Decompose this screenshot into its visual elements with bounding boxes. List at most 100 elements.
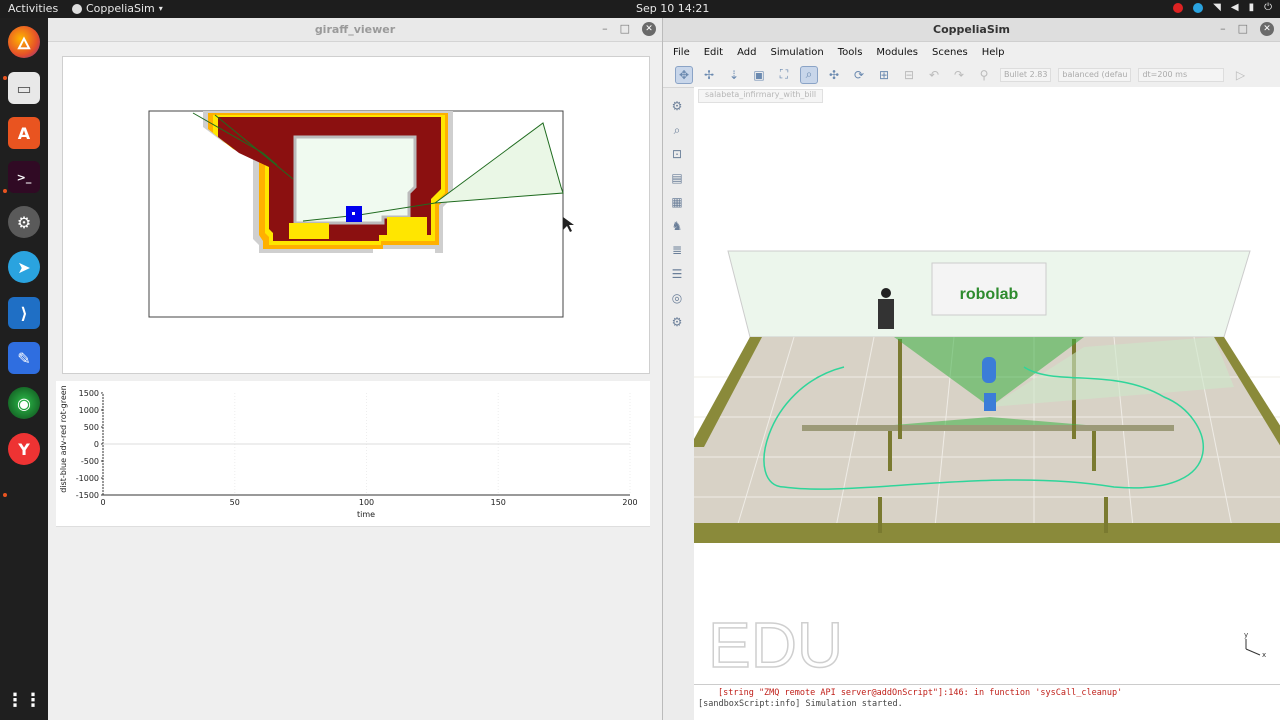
timestep-select[interactable]: dt=200 ms xyxy=(1138,67,1225,82)
plot-xtick-label: 100 xyxy=(359,498,374,507)
battery-icon[interactable]: ▮ xyxy=(1249,2,1255,13)
running-indicator xyxy=(3,76,7,80)
menu-edit[interactable]: Edit xyxy=(704,47,723,58)
network-icon[interactable]: ◥ xyxy=(1213,2,1221,13)
volume-icon[interactable]: ◀ xyxy=(1231,2,1239,13)
plot-ytick-label: 1500 xyxy=(79,389,99,398)
calculation-modules-icon[interactable]: ▦ xyxy=(667,192,687,212)
play-icon[interactable]: ▷ xyxy=(1231,66,1249,84)
axis-label-y: y xyxy=(1244,631,1248,639)
person-body xyxy=(878,299,894,329)
menu-tools[interactable]: Tools xyxy=(838,47,863,58)
camera-rotate-icon[interactable]: ✢ xyxy=(700,66,718,84)
maximize-icon[interactable]: □ xyxy=(1238,22,1248,36)
camera-shift-icon[interactable]: ⇣ xyxy=(725,66,743,84)
occupancy-grid-map xyxy=(148,110,574,318)
window-titlebar[interactable]: giraff_viewer – □ ✕ xyxy=(48,18,662,42)
user-settings-icon[interactable]: ⚙ xyxy=(667,312,687,332)
map-view[interactable] xyxy=(62,56,650,374)
power-menu-icon[interactable]: ⏻ xyxy=(1264,2,1272,13)
app-center-icon[interactable]: A xyxy=(8,117,40,149)
menu-help[interactable]: Help xyxy=(982,47,1005,58)
wall-post xyxy=(1104,497,1108,533)
activities-button[interactable]: Activities xyxy=(8,2,58,15)
object-shift-icon[interactable]: ✣ xyxy=(825,66,843,84)
video-recorder-icon[interactable]: ◎ xyxy=(667,288,687,308)
clock[interactable]: Sep 10 14:21 xyxy=(636,2,709,15)
giraff-viewer-window: giraff_viewer – □ ✕ dist-blue adv-red ro… xyxy=(48,18,662,720)
undo-icon[interactable]: ↶ xyxy=(925,66,943,84)
robotics-icon[interactable]: ◉ xyxy=(8,387,40,419)
camera-pan-icon[interactable]: ✥ xyxy=(675,65,693,84)
close-icon[interactable]: ✕ xyxy=(1260,22,1274,36)
redo-icon[interactable]: ↷ xyxy=(950,66,968,84)
camera-view-icon[interactable]: ▣ xyxy=(750,66,768,84)
dock: 🜂 ▭ A >_ ⚙ ➤ ⟩ ✎ ◉ Y ⋮⋮ xyxy=(0,18,48,720)
fit-to-view-icon[interactable]: ⛶ xyxy=(775,66,793,84)
sim-mode-select[interactable]: balanced (defau xyxy=(1058,67,1132,82)
object-rotate-icon[interactable]: ⟳ xyxy=(850,66,868,84)
menu-modules[interactable]: Modules xyxy=(876,47,918,58)
minimize-icon[interactable]: – xyxy=(602,22,608,36)
empty-panel xyxy=(56,526,650,716)
terminal-icon[interactable]: >_ xyxy=(8,161,40,193)
running-indicator xyxy=(3,493,7,497)
coppelia-icon[interactable]: Y xyxy=(8,433,40,465)
minimize-icon[interactable]: – xyxy=(1220,22,1226,36)
files-icon[interactable]: ▭ xyxy=(8,72,40,104)
menu-file[interactable]: File xyxy=(673,47,690,58)
settings-icon[interactable]: ⚙ xyxy=(8,206,40,238)
assemble-icon[interactable]: ⊞ xyxy=(875,66,893,84)
text-editor-icon[interactable]: ✎ xyxy=(8,342,40,374)
axis-gizmo-x xyxy=(1245,648,1261,656)
layers-icon[interactable]: ☰ xyxy=(667,264,687,284)
plot-xlabel: time xyxy=(357,510,375,519)
app-menu[interactable]: CoppeliaSim ▾ xyxy=(72,2,163,15)
menu-add[interactable]: Add xyxy=(737,47,756,58)
recording-icon[interactable] xyxy=(1173,2,1184,13)
window-titlebar[interactable]: CoppeliaSim – □ ✕ xyxy=(663,18,1280,42)
menu-simulation[interactable]: Simulation xyxy=(770,47,823,58)
scripts-icon[interactable]: ≣ xyxy=(667,240,687,260)
physics-engine-select[interactable]: Bullet 2.83 xyxy=(1000,67,1052,82)
system-topbar: Activities CoppeliaSim ▾ Sep 10 14:21 ◥ … xyxy=(0,0,1280,18)
robot-body xyxy=(982,357,996,383)
telegram-tray-icon[interactable] xyxy=(1193,2,1204,13)
click-select-icon[interactable]: ⌕ xyxy=(800,65,818,84)
map-pocket xyxy=(387,217,427,237)
transfer-dna-icon[interactable]: ⊟ xyxy=(900,66,918,84)
window-title: CoppeliaSim xyxy=(933,23,1010,36)
show-apps-icon[interactable]: ⋮⋮ xyxy=(6,684,42,716)
coppelia-small-icon xyxy=(72,3,82,14)
plot-canvas: dist-blue adv-red rot-green time 1500100… xyxy=(59,385,638,519)
front-wall xyxy=(694,523,1280,543)
app-menu-label: CoppeliaSim xyxy=(86,2,155,15)
firefox-icon[interactable]: 🜂 xyxy=(8,26,40,58)
vscode-icon[interactable]: ⟩ xyxy=(8,297,40,329)
search-icon[interactable]: ⌕ xyxy=(667,120,687,140)
scene-tab[interactable]: salabeta_infirmary_with_bill xyxy=(698,89,824,103)
system-tray[interactable]: ◥ ◀ ▮ ⏻ xyxy=(1173,2,1272,13)
model-browser-icon[interactable]: ⊡ xyxy=(667,144,687,164)
3d-scene-view[interactable]: robolab EDU y x salabeta_infirmary_with_… xyxy=(694,87,1280,684)
status-console[interactable]: [string "ZMQ remote API server@addOnScri… xyxy=(694,684,1280,720)
telegram-icon[interactable]: ➤ xyxy=(8,251,40,283)
mouse-cursor xyxy=(563,217,574,232)
wall-post xyxy=(898,339,902,439)
coppelia-window: CoppeliaSim – □ ✕ File Edit Add Simulati… xyxy=(662,18,1280,720)
window-title: giraff_viewer xyxy=(314,23,396,36)
scene-hierarchy-icon[interactable]: ⚙ xyxy=(667,96,687,116)
maximize-icon[interactable]: □ xyxy=(620,22,630,36)
object-properties-icon[interactable]: ▤ xyxy=(667,168,687,188)
interior-wall xyxy=(802,425,1174,431)
close-icon[interactable]: ✕ xyxy=(642,22,656,36)
collections-icon[interactable]: ♞ xyxy=(667,216,687,236)
menu-scenes[interactable]: Scenes xyxy=(932,47,968,58)
wall-post xyxy=(888,431,892,471)
console-error-line: [string "ZMQ remote API server@addOnScri… xyxy=(718,688,1123,698)
time-plot[interactable]: dist-blue adv-red rot-green time 1500 100… xyxy=(56,381,650,526)
dynamics-icon[interactable]: ⚲ xyxy=(975,66,993,84)
menu-bar: File Edit Add Simulation Tools Modules S… xyxy=(663,42,1280,62)
side-toolbar: ⚙ ⌕ ⊡ ▤ ▦ ♞ ≣ ☰ ◎ ⚙ xyxy=(667,96,691,336)
running-indicator xyxy=(3,189,7,193)
